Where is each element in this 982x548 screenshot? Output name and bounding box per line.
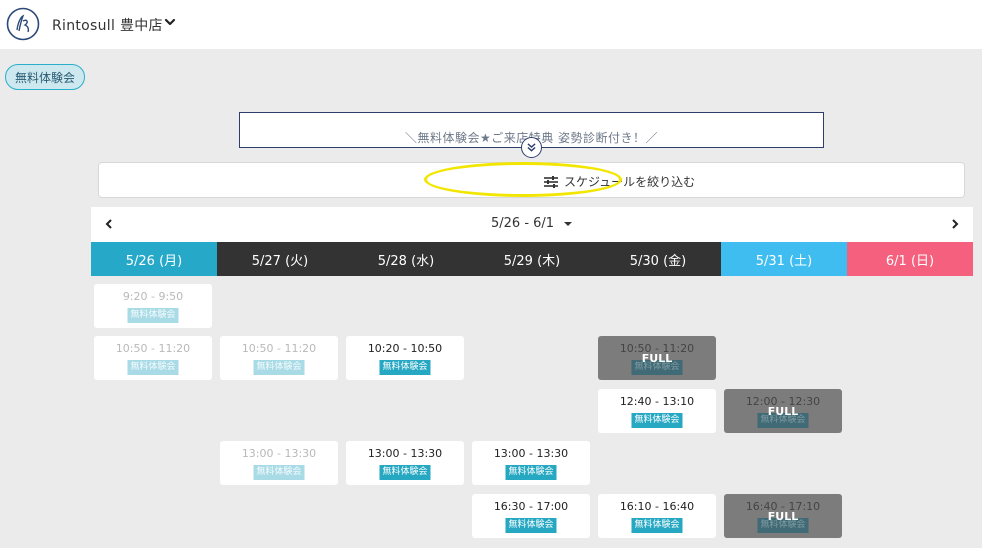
slot-time: 13:00 - 13:30	[241, 447, 317, 460]
slot-menu-badge: 無料体験会	[127, 308, 179, 323]
slot-menu-badge: 無料体験会	[505, 518, 557, 533]
slot-full-label: FULL	[767, 510, 799, 523]
day-header-label: 5/27 (火)	[251, 253, 309, 269]
schedule-slot: 13:00 - 13:30 無料体験会	[220, 441, 338, 485]
chevron-left-icon[interactable]	[102, 217, 116, 231]
slot-menu-badge: 無料体験会	[631, 518, 683, 533]
day-header-label: 5/30 (金)	[629, 253, 687, 269]
day-header-sun: 6/1 (日)	[847, 242, 973, 276]
store-name[interactable]: Rintosull 豊中店	[52, 15, 163, 35]
slot-time: 10:20 - 10:50	[367, 342, 443, 355]
schedule-slot: 12:00 - 12:30 無料体験会 FULL	[724, 389, 842, 433]
slot-time: 12:40 - 13:10	[619, 395, 695, 408]
schedule-slot[interactable]: 12:40 - 13:10 無料体験会	[598, 389, 716, 433]
slot-time: 16:10 - 16:40	[619, 500, 695, 513]
slot-full-label: FULL	[767, 405, 799, 418]
double-chevron-down-icon[interactable]	[521, 137, 542, 158]
slot-menu-badge: 無料体験会	[631, 413, 683, 428]
day-header-sat: 5/31 (土)	[721, 242, 847, 276]
menu-chip-label: 無料体験会	[14, 70, 75, 85]
slot-time: 13:00 - 13:30	[367, 447, 443, 460]
week-range-label[interactable]: 5/26 - 6/1	[491, 216, 554, 231]
sliders-icon	[544, 175, 558, 188]
chevron-right-icon[interactable]	[948, 217, 962, 231]
day-header-thu: 5/29 (木)	[469, 242, 595, 276]
day-header-mon: 5/26 (月)	[91, 242, 217, 276]
day-header-label: 5/29 (木)	[503, 253, 561, 269]
schedule-slot[interactable]: 13:00 - 13:30 無料体験会	[346, 441, 464, 485]
slot-time: 9:20 - 9:50	[122, 290, 184, 303]
slot-time: 16:30 - 17:00	[493, 500, 569, 513]
day-header-row: 5/26 (月) 5/27 (火) 5/28 (水) 5/29 (木) 5/30…	[91, 242, 973, 276]
schedule-slot: 16:40 - 17:10 無料体験会 FULL	[724, 494, 842, 538]
caret-down-icon[interactable]	[563, 219, 573, 229]
header-bar: Rintosull 豊中店	[0, 0, 982, 49]
schedule-slot[interactable]: 16:30 - 17:00 無料体験会	[472, 494, 590, 538]
day-header-label: 5/26 (月)	[125, 253, 183, 269]
schedule-slot: 10:50 - 11:20 無料体験会	[94, 336, 212, 380]
day-header-fri: 5/30 (金)	[595, 242, 721, 276]
chevron-down-icon[interactable]	[163, 14, 177, 30]
schedule-slot: 10:50 - 11:20 無料体験会 FULL	[598, 336, 716, 380]
slot-menu-badge: 無料体験会	[253, 465, 305, 480]
day-header-wed: 5/28 (水)	[343, 242, 469, 276]
slot-time: 10:50 - 11:20	[241, 342, 317, 355]
week-navigation: 5/26 - 6/1	[91, 207, 973, 242]
day-header-tue: 5/27 (火)	[217, 242, 343, 276]
schedule-slot: 9:20 - 9:50 無料体験会	[94, 284, 212, 328]
schedule-slot[interactable]: 16:10 - 16:40 無料体験会	[598, 494, 716, 538]
slot-menu-badge: 無料体験会	[379, 360, 431, 375]
day-header-label: 5/28 (水)	[377, 253, 435, 269]
slot-time: 10:50 - 11:20	[115, 342, 191, 355]
schedule-slot[interactable]: 13:00 - 13:30 無料体験会	[472, 441, 590, 485]
slot-full-label: FULL	[641, 352, 673, 365]
day-header-label: 6/1 (日)	[885, 253, 935, 269]
menu-chip-free-trial[interactable]: 無料体験会	[5, 64, 85, 90]
day-header-label: 5/31 (土)	[755, 253, 813, 269]
schedule-filter-label: スケジュールを絞り込む	[564, 175, 696, 189]
slot-menu-badge: 無料体験会	[505, 465, 557, 480]
schedule-filter-button[interactable]: スケジュールを絞り込む	[98, 162, 965, 198]
schedule-slot: 10:50 - 11:20 無料体験会	[220, 336, 338, 380]
slot-menu-badge: 無料体験会	[127, 360, 179, 375]
schedule-filter-content: スケジュールを絞り込む	[544, 173, 695, 190]
slot-time: 13:00 - 13:30	[493, 447, 569, 460]
schedule-slot[interactable]: 10:20 - 10:50 無料体験会	[346, 336, 464, 380]
slot-menu-badge: 無料体験会	[253, 360, 305, 375]
rintosull-logo[interactable]	[6, 7, 40, 41]
slot-menu-badge: 無料体験会	[379, 465, 431, 480]
